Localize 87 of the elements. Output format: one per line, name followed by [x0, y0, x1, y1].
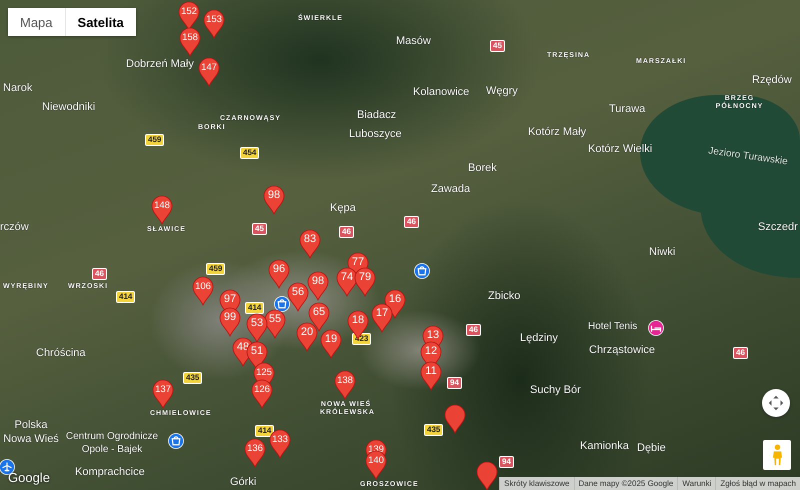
- place-label: rczów: [0, 221, 29, 235]
- map-marker[interactable]: 98: [263, 185, 285, 215]
- place-label: Komprachcice: [75, 466, 145, 480]
- camera-control-button[interactable]: [762, 389, 790, 417]
- place-label: Kępa: [330, 202, 356, 216]
- map-marker[interactable]: 126: [251, 379, 273, 409]
- map-marker[interactable]: 79: [354, 267, 376, 297]
- place-label: Turawa: [609, 103, 646, 117]
- google-logo: Google: [8, 470, 50, 485]
- place-label: Chrząstowice: [589, 344, 656, 358]
- road-number-sign: 45: [252, 223, 267, 235]
- road-number-sign: 414: [255, 425, 274, 437]
- road-number-sign: 435: [424, 424, 444, 436]
- place-label: Niwki: [649, 246, 676, 260]
- map-marker[interactable]: 138: [334, 370, 356, 400]
- place-label: Luboszyce: [349, 128, 402, 142]
- road-number-sign: 414: [116, 291, 136, 303]
- road-number-sign: 459: [206, 263, 226, 275]
- footer-link[interactable]: Skróty klawiszowe: [499, 477, 574, 490]
- place-label: Chróścina: [36, 347, 86, 361]
- map-type-tab[interactable]: Mapa: [8, 8, 65, 36]
- map-marker[interactable]: [476, 461, 498, 490]
- place-label: Szczedr: [758, 221, 798, 235]
- road-number-sign: 45: [490, 40, 505, 52]
- person-icon: [772, 444, 782, 466]
- map-marker[interactable]: 83: [299, 229, 321, 259]
- footer-link[interactable]: Warunki: [677, 477, 716, 490]
- road-number-sign: 94: [447, 377, 462, 389]
- map-marker[interactable]: 147: [198, 57, 220, 87]
- place-label: Dobrzeń Mały: [126, 58, 194, 72]
- road-number-sign: 46: [404, 216, 419, 228]
- place-label: Lędziny: [520, 332, 558, 346]
- road-number-sign: 46: [466, 324, 481, 336]
- road-number-sign: 454: [240, 147, 260, 159]
- map-marker[interactable]: 17: [371, 303, 393, 333]
- map-type-tab[interactable]: Satelita: [64, 8, 136, 36]
- shopping-bag-icon[interactable]: [413, 262, 431, 280]
- place-label: Górki: [230, 476, 256, 490]
- shopping-bag-icon[interactable]: [273, 295, 291, 313]
- place-label: Kamionka: [580, 440, 629, 454]
- map-marker[interactable]: [444, 404, 466, 434]
- place-label: Niewodniki: [42, 101, 96, 115]
- place-label: Kolanowice: [413, 86, 470, 100]
- map-marker[interactable]: 53: [246, 313, 268, 343]
- place-label: Hotel Tenis: [588, 321, 638, 334]
- road-number-sign: 435: [183, 372, 202, 384]
- map-marker[interactable]: 11: [420, 361, 442, 391]
- place-label: Rzędów: [752, 74, 792, 88]
- place-label: Borek: [468, 162, 497, 176]
- place-label: Węgry: [486, 85, 518, 99]
- map-marker[interactable]: 136: [244, 438, 266, 468]
- map-marker[interactable]: 137: [152, 379, 174, 409]
- place-label: Dębie: [637, 442, 666, 456]
- place-label: Kotórz Mały: [528, 126, 586, 140]
- place-label: Masów: [396, 35, 431, 49]
- footer-link[interactable]: Dane mapy ©2025 Google: [574, 477, 678, 490]
- map-marker[interactable]: 74: [336, 267, 358, 297]
- map-marker[interactable]: 99: [219, 307, 241, 337]
- road-number-sign: 46: [92, 268, 107, 280]
- footer-link[interactable]: Zgłoś błąd w mapach: [715, 477, 800, 490]
- place-label: Suchy Bór: [530, 384, 581, 398]
- place-label: Narok: [3, 82, 32, 96]
- map-marker[interactable]: 98: [307, 271, 329, 301]
- place-label: Kotórz Wielki: [588, 143, 652, 157]
- map-marker[interactable]: 158: [179, 27, 201, 57]
- place-label: Zawada: [431, 183, 470, 197]
- road-number-sign: 94: [499, 456, 514, 468]
- place-label: Zbicko: [488, 290, 520, 304]
- map-marker[interactable]: 148: [151, 195, 173, 225]
- map-marker[interactable]: 55: [264, 309, 286, 339]
- move-arrows-icon: [767, 394, 785, 412]
- map-marker[interactable]: 56: [287, 282, 309, 312]
- map-marker[interactable]: 20: [296, 322, 318, 352]
- place-label: Polska Nowa Wieś: [2, 419, 60, 446]
- road-number-sign: 459: [145, 134, 164, 146]
- map-marker[interactable]: 96: [268, 259, 290, 289]
- road-number-sign: 46: [733, 347, 748, 359]
- road-number-sign: 46: [339, 226, 354, 238]
- map-marker[interactable]: 106: [192, 276, 214, 306]
- map-marker[interactable]: 152: [178, 1, 200, 31]
- map-marker[interactable]: 153: [203, 9, 225, 39]
- place-label: Biadacz: [357, 109, 396, 123]
- shopping-bag-icon[interactable]: [167, 432, 185, 450]
- bed-icon[interactable]: [647, 319, 665, 337]
- map-marker[interactable]: 19: [320, 329, 342, 359]
- road-number-sign: 414: [245, 302, 264, 314]
- place-label: Centrum Ogrodnicze Opole - Bajek: [64, 431, 160, 456]
